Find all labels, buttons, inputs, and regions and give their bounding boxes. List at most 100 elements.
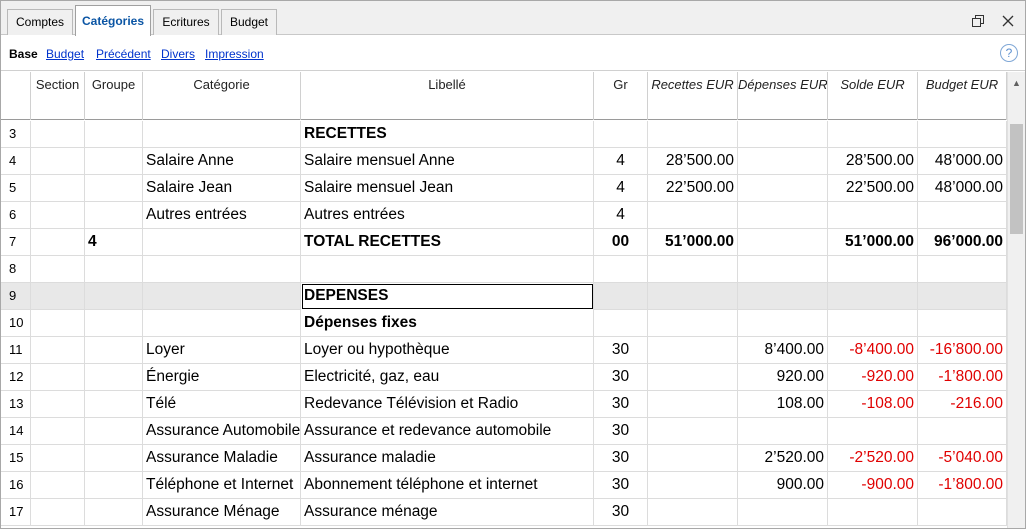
restore-window-icon[interactable]: [968, 11, 988, 31]
cell-budget[interactable]: [918, 202, 1007, 229]
view-impression[interactable]: Impression: [205, 47, 264, 61]
cell-budget[interactable]: 48’000.00: [918, 175, 1007, 202]
cell-groupe[interactable]: [85, 337, 143, 364]
table-row[interactable]: 3 RECETTES: [1, 121, 1007, 148]
cell-gr[interactable]: 30: [594, 337, 648, 364]
cell-depenses[interactable]: [738, 229, 828, 256]
cell-libelle[interactable]: Loyer ou hypothèque: [301, 337, 594, 364]
cell-solde[interactable]: 22’500.00: [828, 175, 918, 202]
cell-gr[interactable]: 4: [594, 202, 648, 229]
cell-gr[interactable]: 30: [594, 364, 648, 391]
cell-gr[interactable]: 30: [594, 472, 648, 499]
cell-libelle[interactable]: Assurance maladie: [301, 445, 594, 472]
cell-solde[interactable]: [828, 256, 918, 283]
cell-groupe[interactable]: [85, 121, 143, 148]
cell-budget[interactable]: -16’800.00: [918, 337, 1007, 364]
cell-section[interactable]: [31, 256, 85, 283]
cell-depenses[interactable]: [738, 418, 828, 445]
cell-solde[interactable]: -2’520.00: [828, 445, 918, 472]
cell-recettes[interactable]: [648, 472, 738, 499]
cell-groupe[interactable]: [85, 418, 143, 445]
cell-groupe[interactable]: [85, 202, 143, 229]
cell-categorie[interactable]: [143, 121, 301, 148]
column-header-libelle[interactable]: Libellé: [301, 72, 594, 120]
cell-gr[interactable]: 30: [594, 445, 648, 472]
column-header-categorie[interactable]: Catégorie: [143, 72, 301, 120]
cell-recettes[interactable]: [648, 499, 738, 526]
cell-gr[interactable]: 00: [594, 229, 648, 256]
cell-libelle[interactable]: [301, 256, 594, 283]
view-precedent[interactable]: Précédent: [96, 47, 151, 61]
cell-groupe[interactable]: [85, 472, 143, 499]
cell-gr[interactable]: [594, 310, 648, 337]
cell-libelle[interactable]: Salaire mensuel Anne: [301, 148, 594, 175]
cell-depenses[interactable]: 108.00: [738, 391, 828, 418]
cell-depenses[interactable]: 2’520.00: [738, 445, 828, 472]
cell-gr[interactable]: 30: [594, 499, 648, 526]
cell-budget[interactable]: [918, 283, 1007, 310]
cell-libelle[interactable]: Autres entrées: [301, 202, 594, 229]
cell-categorie[interactable]: [143, 229, 301, 256]
column-header-solde[interactable]: Solde EUR: [828, 72, 918, 120]
cell-groupe[interactable]: [85, 391, 143, 418]
table-row[interactable]: 4 Salaire Anne Salaire mensuel Anne 4 28’500…: [1, 148, 1007, 175]
cell-depenses[interactable]: 920.00: [738, 364, 828, 391]
table-row[interactable]: 17 Assurance Ménage Assurance ménage 30: [1, 499, 1007, 526]
cell-categorie[interactable]: Énergie: [143, 364, 301, 391]
cell-categorie[interactable]: Assurance Ménage: [143, 499, 301, 526]
help-icon[interactable]: ?: [1000, 44, 1018, 62]
table-row[interactable]: 16 Téléphone et Internet Abonnement téléph…: [1, 472, 1007, 499]
cell-groupe[interactable]: [85, 499, 143, 526]
cell-section[interactable]: [31, 283, 85, 310]
cell-section[interactable]: [31, 445, 85, 472]
cell-section[interactable]: [31, 229, 85, 256]
scrollbar-thumb[interactable]: [1010, 124, 1023, 234]
table-row[interactable]: 5 Salaire Jean Salaire mensuel Jean 4 22’500…: [1, 175, 1007, 202]
cell-gr[interactable]: 30: [594, 391, 648, 418]
cell-budget[interactable]: -1’800.00: [918, 364, 1007, 391]
cell-depenses[interactable]: [738, 148, 828, 175]
close-icon[interactable]: [998, 11, 1018, 31]
column-header-depenses[interactable]: Dépenses EUR: [738, 72, 828, 120]
cell-libelle[interactable]: Electricité, gaz, eau: [301, 364, 594, 391]
view-divers[interactable]: Divers: [161, 47, 195, 61]
cell-recettes[interactable]: [648, 310, 738, 337]
cell-gr[interactable]: 30: [594, 418, 648, 445]
cell-budget[interactable]: -1’800.00: [918, 472, 1007, 499]
tab-comptes[interactable]: Comptes: [7, 9, 73, 35]
column-header-gr[interactable]: Gr: [594, 72, 648, 120]
cell-categorie[interactable]: Salaire Anne: [143, 148, 301, 175]
cell-libelle[interactable]: Salaire mensuel Jean: [301, 175, 594, 202]
cell-categorie[interactable]: Téléphone et Internet: [143, 472, 301, 499]
cell-libelle[interactable]: Dépenses fixes: [301, 310, 594, 337]
cell-categorie[interactable]: Salaire Jean: [143, 175, 301, 202]
cell-budget[interactable]: 48’000.00: [918, 148, 1007, 175]
table-row[interactable]: 7 4 TOTAL RECETTES 00 51’000.00 51’000.00 96’0…: [1, 229, 1007, 256]
cell-budget[interactable]: 96’000.00: [918, 229, 1007, 256]
cell-gr[interactable]: [594, 283, 648, 310]
cell-groupe[interactable]: [85, 175, 143, 202]
cell-recettes[interactable]: 28’500.00: [648, 148, 738, 175]
cell-gr[interactable]: [594, 121, 648, 148]
cell-categorie[interactable]: [143, 283, 301, 310]
cell-section[interactable]: [31, 364, 85, 391]
cell-libelle[interactable]: DEPENSES: [301, 283, 594, 310]
column-header-budget[interactable]: Budget EUR: [918, 72, 1007, 120]
cell-budget[interactable]: [918, 418, 1007, 445]
cell-section[interactable]: [31, 310, 85, 337]
cell-depenses[interactable]: [738, 256, 828, 283]
table-row[interactable]: 6 Autres entrées Autres entrées 4: [1, 202, 1007, 229]
cell-depenses[interactable]: [738, 121, 828, 148]
cell-recettes[interactable]: [648, 121, 738, 148]
cell-depenses[interactable]: 900.00: [738, 472, 828, 499]
cell-budget[interactable]: [918, 121, 1007, 148]
cell-gr[interactable]: 4: [594, 148, 648, 175]
cell-recettes[interactable]: [648, 202, 738, 229]
cell-recettes[interactable]: [648, 364, 738, 391]
cell-categorie[interactable]: Assurance Automobile: [143, 418, 301, 445]
cell-categorie[interactable]: Autres entrées: [143, 202, 301, 229]
cell-libelle[interactable]: TOTAL RECETTES: [301, 229, 594, 256]
cell-depenses[interactable]: [738, 310, 828, 337]
cell-groupe[interactable]: [85, 283, 143, 310]
cell-solde[interactable]: [828, 310, 918, 337]
